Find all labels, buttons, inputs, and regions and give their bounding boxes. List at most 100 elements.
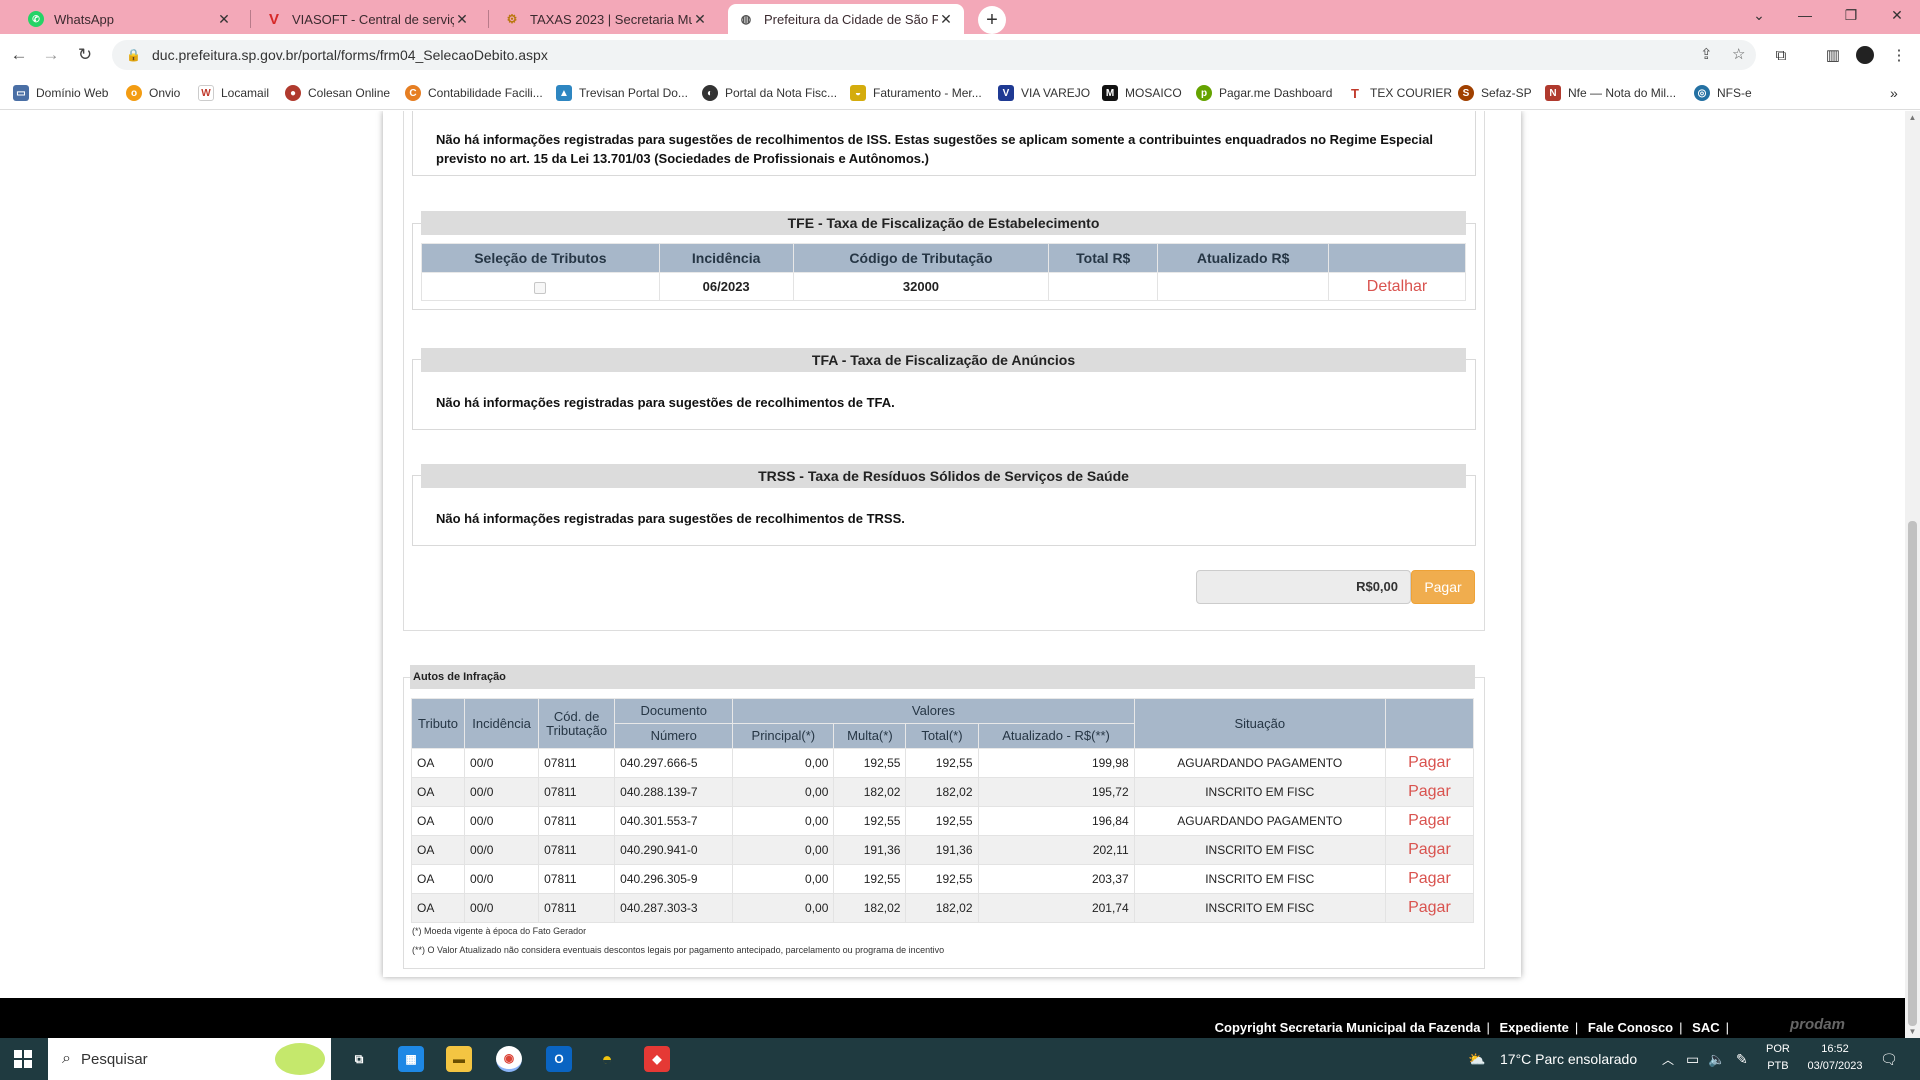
- bookmark-portal-nota[interactable]: ◐ Portal da Nota Fisc...: [702, 84, 837, 102]
- pay-button[interactable]: Pagar: [1411, 570, 1475, 604]
- bookmark-icon: ▲: [556, 85, 572, 101]
- reload-icon[interactable]: ↻: [72, 42, 98, 68]
- helmet-app-icon[interactable]: ◓: [594, 1046, 620, 1072]
- footer-link-fale-conosco[interactable]: Fale Conosco: [1588, 1020, 1673, 1035]
- bookmark-via-varejo[interactable]: V VIA VAREJO: [998, 84, 1090, 102]
- scroll-thumb[interactable]: [1908, 521, 1917, 1026]
- bookmark-colesan[interactable]: ● Colesan Online: [285, 84, 390, 102]
- numero-cell: 040.287.303-3: [614, 893, 734, 923]
- bookmark-locamail[interactable]: W Locamail: [198, 84, 269, 102]
- clock-time: 16:52: [1821, 1043, 1849, 1055]
- lock-icon[interactable]: 🔒: [126, 48, 146, 62]
- profile-avatar[interactable]: [1852, 42, 1878, 68]
- menu-icon[interactable]: ⋮: [1886, 42, 1912, 68]
- scroll-up-icon[interactable]: ▲: [1905, 113, 1920, 122]
- volume-icon[interactable]: 🔈: [1708, 1051, 1725, 1068]
- bookmark-faturamento[interactable]: ◒ Faturamento - Mer...: [850, 84, 982, 102]
- outlook-icon[interactable]: O: [546, 1046, 572, 1072]
- notifications-icon[interactable]: 🗨: [1880, 1051, 1898, 1068]
- restore-button[interactable]: ❐: [1828, 0, 1874, 30]
- weather-icon[interactable]: ⛅: [1468, 1051, 1485, 1068]
- task-view-icon[interactable]: ⧉: [346, 1046, 372, 1072]
- address-bar[interactable]: 🔒 duc.prefeitura.sp.gov.br/portal/forms/…: [112, 40, 1756, 70]
- minimize-button[interactable]: —: [1782, 0, 1828, 30]
- viasoft-icon: V: [268, 10, 279, 28]
- situacao-cell: AGUARDANDO PAGAMENTO: [1133, 806, 1386, 836]
- sidepanel-icon[interactable]: ▥: [1820, 42, 1846, 68]
- store-icon[interactable]: ▦: [398, 1046, 424, 1072]
- close-window-button[interactable]: ✕: [1874, 0, 1920, 30]
- footer-link-copyright[interactable]: Copyright Secretaria Municipal da Fazend…: [1215, 1020, 1481, 1035]
- windows-start-icon[interactable]: [14, 1050, 32, 1068]
- pagar-link[interactable]: Pagar: [1384, 864, 1475, 894]
- weather-text[interactable]: 17°C Parc ensolarado: [1500, 1051, 1637, 1067]
- atualizado-cell: 201,74: [977, 893, 1135, 923]
- scroll-down-icon[interactable]: ▼: [1905, 1027, 1920, 1036]
- incidencia-cell: 06/2023: [658, 272, 794, 301]
- situacao-cell: INSCRITO EM FISC: [1133, 893, 1386, 923]
- file-explorer-icon[interactable]: ▬: [446, 1046, 472, 1072]
- situacao-cell: AGUARDANDO PAGAMENTO: [1133, 748, 1386, 778]
- bookmarks-overflow-icon[interactable]: »: [1890, 84, 1898, 102]
- column-header: Código de Tributação: [792, 243, 1050, 273]
- numero-cell: 040.288.139-7: [614, 777, 734, 807]
- close-icon[interactable]: ✕: [692, 11, 708, 28]
- tab-search-icon[interactable]: ⌄: [1736, 0, 1782, 30]
- codigo-cell: 07811: [538, 835, 616, 865]
- bookmark-onvio[interactable]: o Onvio: [126, 84, 180, 102]
- page-scrollbar[interactable]: ▲ ▼: [1905, 111, 1920, 1038]
- star-icon[interactable]: ☆: [1732, 45, 1745, 63]
- bookmark-dominio[interactable]: ▭ Domínio Web: [13, 84, 108, 102]
- bookmark-icon: W: [198, 85, 214, 101]
- pagar-link[interactable]: Pagar: [1384, 806, 1475, 836]
- footer-link-expediente[interactable]: Expediente: [1500, 1020, 1569, 1035]
- bookmark-sefaz[interactable]: S Sefaz-SP: [1458, 84, 1532, 102]
- tab-taxas[interactable]: ⚙ TAXAS 2023 | Secretaria Municip ✕: [494, 4, 718, 34]
- forward-icon[interactable]: →: [38, 42, 64, 68]
- bookmark-mosaico[interactable]: M MOSAICO: [1102, 84, 1182, 102]
- globe-icon: ◍: [740, 12, 752, 26]
- close-icon[interactable]: ✕: [454, 11, 470, 28]
- clock[interactable]: 16:52 03/07/2023: [1800, 1041, 1870, 1075]
- extensions-icon[interactable]: ⧉: [1768, 42, 1794, 68]
- situacao-cell: INSCRITO EM FISC: [1133, 777, 1386, 807]
- url-text[interactable]: duc.prefeitura.sp.gov.br/portal/forms/fr…: [152, 47, 548, 63]
- language-indicator[interactable]: POR PTB: [1766, 1041, 1790, 1075]
- pagar-link[interactable]: Pagar: [1384, 748, 1475, 778]
- tab-whatsapp[interactable]: ✆ WhatsApp ✕: [18, 4, 242, 34]
- close-icon[interactable]: ✕: [216, 11, 232, 28]
- autos-table: Tributo Incidência Cód. de Tributação Do…: [410, 698, 1475, 923]
- taskbar-search[interactable]: ⌕ Pesquisar: [48, 1038, 331, 1080]
- pen-icon[interactable]: ✎: [1736, 1051, 1748, 1068]
- bookmark-tex-courier[interactable]: T TEX COURIER: [1347, 84, 1452, 102]
- table-row: 06/2023 32000 Detalhar: [421, 272, 1466, 301]
- trss-title: TRSS - Taxa de Resíduos Sólidos de Servi…: [421, 464, 1466, 488]
- share-icon[interactable]: ⇪: [1700, 45, 1713, 63]
- footer-link-sac[interactable]: SAC: [1692, 1020, 1719, 1035]
- multa-cell: 192,55: [833, 864, 907, 894]
- detalhar-link[interactable]: Detalhar: [1367, 278, 1427, 295]
- bookmark-nfe[interactable]: N Nfe — Nota do Mil...: [1545, 84, 1676, 102]
- tab-prefeitura[interactable]: ◍ Prefeitura da Cidade de São Pa ✕: [728, 4, 964, 34]
- tab-viasoft[interactable]: V VIASOFT - Central de serviços ✕: [256, 4, 480, 34]
- bookmark-icon: M: [1102, 85, 1118, 101]
- anydesk-icon[interactable]: ◆: [644, 1046, 670, 1072]
- bookmark-nfse[interactable]: ◎ NFS-e: [1694, 84, 1752, 102]
- pagar-link[interactable]: Pagar: [1384, 835, 1475, 865]
- action-cell: Detalhar: [1328, 272, 1466, 301]
- back-icon[interactable]: ←: [6, 42, 32, 68]
- pagar-link[interactable]: Pagar: [1384, 777, 1475, 807]
- tributo-cell: OA: [410, 835, 466, 865]
- bookmark-icon: S: [1458, 85, 1474, 101]
- close-icon[interactable]: ✕: [938, 11, 954, 28]
- pagar-link[interactable]: Pagar: [1384, 893, 1475, 923]
- bookmark-trevisan[interactable]: ▲ Trevisan Portal Do...: [556, 84, 688, 102]
- new-tab-button[interactable]: +: [978, 6, 1006, 34]
- bookmark-contabilidade[interactable]: C Contabilidade Facili...: [405, 84, 543, 102]
- network-icon[interactable]: ▭: [1686, 1051, 1699, 1068]
- chrome-icon[interactable]: ◉: [496, 1046, 522, 1072]
- situacao-cell: INSCRITO EM FISC: [1133, 835, 1386, 865]
- tray-chevron-icon[interactable]: ︿: [1662, 1051, 1674, 1068]
- bookmark-pagarme[interactable]: p Pagar.me Dashboard: [1196, 84, 1332, 102]
- select-tributo-checkbox[interactable]: [534, 281, 547, 294]
